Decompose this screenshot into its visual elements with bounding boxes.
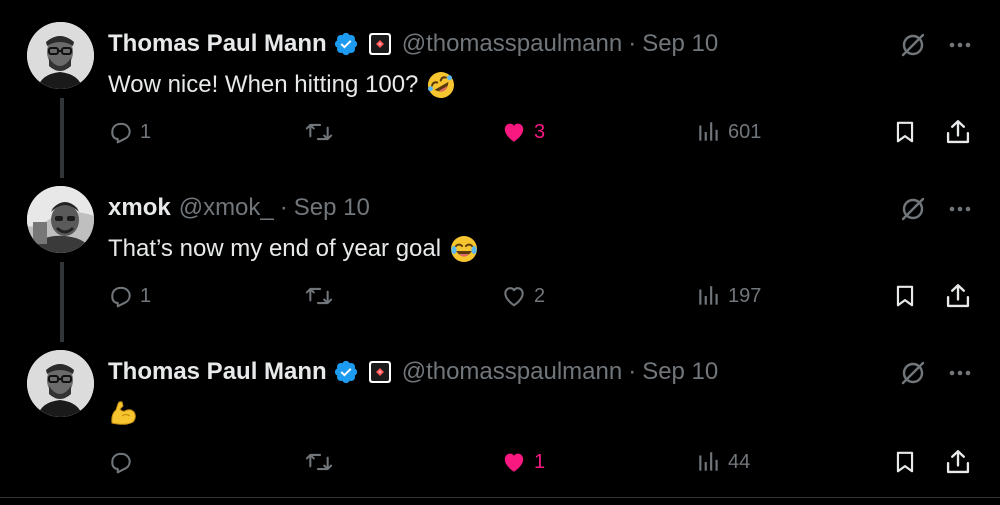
- reply-count: 1: [140, 120, 152, 143]
- timestamp[interactable]: Sep 10: [294, 194, 370, 222]
- separator-dot: ·: [628, 30, 637, 57]
- display-name[interactable]: Thomas Paul Mann: [108, 30, 327, 58]
- timestamp[interactable]: Sep 10: [642, 358, 718, 386]
- tweet[interactable]: xmok @xmok_ · Sep 10 That’s now my end o…: [0, 186, 1000, 336]
- repost-button[interactable]: [304, 117, 340, 147]
- like-count: 2: [534, 284, 546, 307]
- bookmark-icon: [896, 121, 914, 143]
- tweet-actions: 1 2 197: [0, 281, 1000, 311]
- bookmark-button[interactable]: [892, 117, 918, 147]
- views-icon: [699, 286, 718, 305]
- share-button[interactable]: [944, 281, 972, 311]
- share-icon: [946, 120, 970, 144]
- tweet[interactable]: Thomas Paul Mann @thomasspaulmann · Sep …: [0, 22, 1000, 172]
- views-button[interactable]: 197: [696, 281, 761, 311]
- reply-button[interactable]: 1: [108, 117, 151, 147]
- user-handle[interactable]: @thomasspaulmann: [402, 30, 622, 58]
- tweet-header: Thomas Paul Mann @thomasspaulmann · Sep …: [108, 356, 718, 388]
- reply-count: 1: [140, 284, 152, 307]
- tweet-actions: 1 3 601: [0, 117, 1000, 147]
- verified-badge-icon[interactable]: [333, 31, 359, 57]
- like-button[interactable]: 2: [500, 281, 545, 311]
- share-button[interactable]: [944, 447, 972, 477]
- face-with-tears-of-joy-emoji-icon: [449, 234, 479, 264]
- avatar[interactable]: [27, 22, 94, 89]
- grok-icon[interactable]: [898, 30, 928, 60]
- share-button[interactable]: [944, 117, 972, 147]
- tweet-actions: 1 44: [0, 447, 1000, 477]
- repost-icon: [305, 453, 333, 471]
- reply-icon: [111, 452, 131, 474]
- separator-dot: ·: [628, 358, 637, 385]
- repost-button[interactable]: [304, 447, 340, 477]
- tweet-header: Thomas Paul Mann @thomasspaulmann · Sep …: [108, 28, 718, 60]
- flexed-biceps-emoji-icon: [108, 398, 138, 428]
- grok-icon[interactable]: [898, 358, 928, 388]
- like-button[interactable]: 1: [500, 447, 545, 477]
- tweet-text-body: That’s now my end of year goal: [108, 235, 442, 262]
- like-button[interactable]: 3: [500, 117, 545, 147]
- reply-button[interactable]: 1: [108, 281, 151, 311]
- grok-icon[interactable]: [898, 194, 928, 224]
- views-button[interactable]: 44: [696, 447, 750, 477]
- views-icon: [699, 122, 718, 141]
- reply-icon: [111, 286, 131, 308]
- display-name[interactable]: xmok: [108, 194, 171, 222]
- timestamp[interactable]: Sep 10: [642, 30, 718, 58]
- views-count: 197: [728, 284, 762, 307]
- repost-button[interactable]: [304, 281, 340, 311]
- more-icon[interactable]: [946, 359, 974, 387]
- like-count: 3: [534, 120, 546, 143]
- heart-outline-icon: [504, 287, 524, 307]
- display-name[interactable]: Thomas Paul Mann: [108, 358, 327, 386]
- bookmark-button[interactable]: [892, 281, 918, 311]
- tweet-text: That’s now my end of year goal: [108, 234, 479, 264]
- avatar[interactable]: [27, 350, 94, 417]
- rolling-on-floor-laughing-emoji-icon: [426, 70, 456, 100]
- tweet-text: [108, 398, 138, 428]
- tweet-top-actions: [898, 30, 974, 60]
- affiliate-badge-icon[interactable]: [368, 360, 392, 384]
- views-icon: [699, 452, 718, 471]
- reply-button[interactable]: [108, 447, 140, 477]
- views-count: 601: [728, 120, 762, 143]
- views-count: 44: [728, 450, 751, 473]
- repost-icon: [305, 287, 333, 305]
- bookmark-icon: [896, 451, 914, 473]
- reply-icon: [111, 122, 131, 144]
- verified-badge-icon[interactable]: [333, 359, 359, 385]
- more-icon[interactable]: [946, 31, 974, 59]
- tweet-text: Wow nice! When hitting 100?: [108, 70, 456, 100]
- views-button[interactable]: 601: [696, 117, 761, 147]
- bookmark-button[interactable]: [892, 447, 918, 477]
- share-icon: [946, 284, 970, 308]
- tweet-top-actions: [898, 358, 974, 388]
- tweet[interactable]: Thomas Paul Mann @thomasspaulmann · Sep …: [0, 350, 1000, 500]
- tweet-top-actions: [898, 194, 974, 224]
- heart-icon: [504, 123, 524, 142]
- tweet-text-body: Wow nice! When hitting 100?: [108, 71, 419, 98]
- avatar[interactable]: [27, 186, 94, 253]
- bookmark-icon: [896, 285, 914, 307]
- user-handle[interactable]: @thomasspaulmann: [402, 358, 622, 386]
- tweet-header: xmok @xmok_ · Sep 10: [108, 192, 370, 224]
- share-icon: [946, 450, 970, 474]
- separator-dot: ·: [279, 194, 288, 221]
- divider: [0, 497, 1000, 498]
- user-handle[interactable]: @xmok_: [179, 194, 274, 222]
- reply-thread: Thomas Paul Mann @thomasspaulmann · Sep …: [0, 0, 1000, 505]
- affiliate-badge-icon[interactable]: [368, 32, 392, 56]
- heart-icon: [504, 453, 524, 472]
- like-count: 1: [534, 450, 546, 473]
- more-icon[interactable]: [946, 195, 974, 223]
- repost-icon: [305, 123, 333, 141]
